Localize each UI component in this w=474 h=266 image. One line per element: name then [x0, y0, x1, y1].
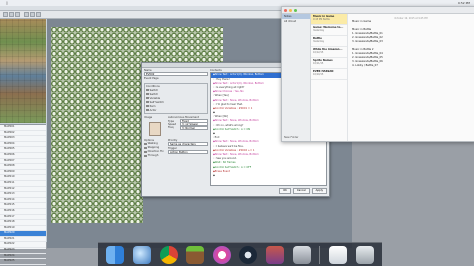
folder-item[interactable]: All iCloud — [282, 19, 310, 24]
paste-icon[interactable] — [36, 12, 41, 17]
checkbox-icon[interactable] — [144, 154, 147, 158]
condition-label: Switch — [149, 88, 159, 92]
option-label: Stepping — [147, 146, 160, 150]
notes-list: Music in Game 9:45 PM Battle Game: Welcome… — [311, 14, 348, 141]
map-tiles-lower[interactable] — [51, 153, 143, 223]
note-list-item[interactable]: Music in Game 9:45 PM Battle — [311, 14, 347, 25]
condition-label: Item — [149, 104, 156, 108]
condition-label: Self Switch — [149, 100, 164, 104]
note-list-item[interactable]: While the Amazon... 10/12/15 — [311, 47, 347, 58]
finder-icon[interactable] — [106, 245, 125, 264]
checkbox-icon[interactable] — [144, 146, 147, 150]
note-line: 4. Lobby / Battle_07 — [352, 64, 378, 67]
note-subtitle: Yesterday — [313, 40, 325, 43]
cut-icon[interactable] — [24, 12, 29, 17]
unity-icon[interactable] — [292, 245, 311, 264]
map-tree-item[interactable]: MAP025 — [0, 259, 46, 265]
note-list-item[interactable]: Battle Yesterday — [311, 36, 347, 47]
notes-window: Notes All iCloud New Folder Music in Game 9… — [281, 6, 474, 142]
checkbox-icon[interactable] — [144, 142, 147, 146]
checkbox-icon[interactable] — [146, 104, 149, 108]
checkbox-icon[interactable] — [146, 88, 149, 92]
option-label: Through — [147, 154, 159, 158]
checkbox-icon[interactable] — [146, 100, 149, 104]
close-icon[interactable] — [284, 8, 287, 12]
note-subtitle: 10/11/15 — [313, 62, 324, 65]
notes-titlebar — [282, 7, 474, 14]
conditions-group: Conditions Switch Switch Variable Self Swit… — [144, 82, 208, 115]
priority-select[interactable]: Same as characters — [168, 141, 208, 146]
ok-button[interactable]: OK — [279, 188, 291, 194]
clock[interactable]: 9:52 PM — [458, 1, 470, 5]
note-subtitle: 10/10/15 — [313, 73, 324, 76]
dialog-buttons: OK Cancel Apply — [279, 188, 327, 194]
cancel-button[interactable]: Cancel — [292, 188, 310, 194]
event-command-line[interactable]: ◆ — [211, 174, 326, 178]
note-subtitle: 9:45 PM Battle — [313, 18, 330, 21]
map-tree[interactable]: MAP001 MAP002 MAP003 MAP004 MAP005 MAP006 MAP0… — [0, 124, 46, 265]
apply-button[interactable]: Apply — [311, 188, 327, 194]
movement-freq-select[interactable]: 3: Normal — [180, 125, 208, 130]
note-list-item[interactable]: Game: Welcome to... Yesterday — [311, 25, 347, 36]
open-icon[interactable] — [9, 12, 14, 17]
dock — [98, 242, 382, 266]
condition-label: Switch — [149, 92, 159, 96]
tileset-palette[interactable] — [0, 19, 46, 123]
note-body[interactable]: October 19, 2015 at 9:45 PM Music in Gam… — [348, 14, 474, 141]
note-list-item[interactable]: EVER HASSAN 10/10/15 — [311, 69, 347, 80]
dock-separator — [319, 245, 321, 264]
itunes-icon[interactable] — [212, 245, 231, 264]
character-image[interactable] — [149, 121, 161, 136]
new-folder-button[interactable]: New Folder — [284, 136, 299, 139]
page-tab[interactable]: Event Page — [144, 77, 208, 80]
note-subtitle: 10/12/15 — [313, 51, 324, 54]
image-label: Image — [144, 116, 153, 120]
note-subtitle: Yesterday — [313, 29, 325, 32]
option-label: Walking — [147, 142, 158, 146]
zoom-icon[interactable] — [294, 8, 297, 12]
document-icon[interactable] — [328, 245, 347, 264]
note-list-item[interactable]: Sprite Names 10/11/15 — [311, 58, 347, 69]
event-name-field[interactable]: EV002 — [144, 72, 208, 77]
save-icon[interactable] — [15, 12, 20, 17]
options-group: Options Walking Stepping Direction Fix Thro… — [144, 139, 166, 158]
chrome-icon[interactable] — [159, 245, 178, 264]
movement-group: Autonomous Movement Type Fixed Speed 3: x2 … — [168, 116, 208, 137]
minecraft-icon[interactable] — [186, 245, 205, 264]
trigger-select[interactable]: Action Button — [168, 150, 208, 155]
notes-folders: Notes All iCloud New Folder — [282, 14, 311, 141]
event-conditions-panel: Name EV002 Event Page Conditions Switch S… — [144, 69, 208, 194]
checkbox-icon[interactable] — [146, 108, 149, 112]
checkbox-icon[interactable] — [146, 96, 149, 100]
condition-label: Variable — [149, 96, 161, 100]
minimize-icon[interactable] — [289, 8, 292, 12]
image-group: Image — [144, 116, 166, 137]
option-label: Direction Fix — [147, 150, 164, 154]
option-checkbox[interactable]: Through — [144, 154, 166, 158]
new-icon[interactable] — [3, 12, 8, 17]
trash-icon[interactable] — [355, 245, 374, 264]
condition-checkbox[interactable]: Actor — [146, 108, 206, 112]
dolphin-icon[interactable] — [132, 245, 151, 264]
condition-label: Actor — [149, 108, 157, 112]
game-icon[interactable] — [266, 245, 285, 264]
copy-icon[interactable] — [30, 12, 35, 17]
steam-icon[interactable] — [239, 245, 258, 264]
priority-trigger-group: Priority Same as characters Trigger Acti… — [168, 139, 208, 158]
apple-menu-icon[interactable]:  — [6, 1, 8, 5]
checkbox-icon[interactable] — [146, 92, 149, 96]
checkbox-icon[interactable] — [144, 150, 147, 154]
